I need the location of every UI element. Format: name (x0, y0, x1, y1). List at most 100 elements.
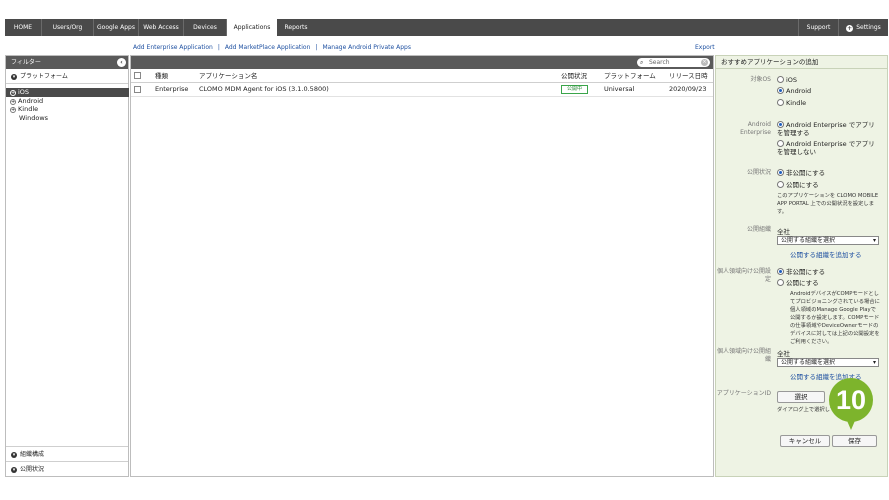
col-release[interactable]: リリース日時 (667, 69, 713, 83)
settings-link[interactable]: + Settings (838, 19, 888, 36)
radio-selected-icon[interactable] (777, 121, 784, 128)
os-ios-label: iOS (786, 76, 798, 84)
personal-public-option[interactable]: 公開にする (777, 279, 819, 287)
cell-type: Enterprise (153, 82, 197, 97)
radio-icon[interactable] (777, 99, 784, 106)
platform-section-label: プラットフォーム (20, 73, 68, 80)
filter-title: フィルター (11, 59, 41, 66)
org-section-toggle[interactable]: ▾ 組織構成 (6, 446, 128, 461)
nav-tab-devices[interactable]: Devices (184, 19, 227, 36)
app-table: 種類 アプリケーション名 公開状況 プラットフォーム リリース日時 Enterp… (131, 69, 713, 97)
personal-org-select[interactable]: 公開する組織を選択 ▾ (777, 358, 879, 367)
plus-icon: + (846, 25, 854, 32)
table-toolbar: ⌕ Search × (131, 56, 713, 69)
ae-manage-option[interactable]: Android Enterprise でアプリを管理する (777, 121, 877, 137)
nav-tab-google-apps[interactable]: Google Apps (94, 19, 139, 36)
add-marketplace-app-link[interactable]: Add MarketPlace Application (225, 44, 311, 51)
nav-tab-home[interactable]: HOME (5, 19, 42, 36)
platform-item-ios[interactable]: + iOS (6, 88, 129, 97)
clear-icon[interactable]: × (701, 59, 708, 66)
platform-item-windows[interactable]: Windows (6, 114, 128, 123)
radio-icon[interactable] (777, 140, 784, 147)
filter-panel: フィルター ‹ ▾ プラットフォーム + iOS + Android + Kindle … (5, 55, 129, 477)
platform-item-android[interactable]: + Android (6, 97, 128, 106)
radio-selected-icon[interactable] (777, 169, 784, 176)
android-enterprise-label: Android Enterprise (740, 121, 771, 136)
publish-public-label: 公開にする (786, 181, 819, 189)
settings-label: Settings (856, 24, 881, 31)
personal-org-label: 個人領域向け公開組織 (716, 348, 771, 363)
publish-status-label: 公開状況 (746, 169, 771, 176)
platform-list: + iOS + Android + Kindle Windows (6, 84, 129, 123)
select-all-cell (131, 69, 153, 83)
col-platform[interactable]: プラットフォーム (602, 69, 667, 83)
cancel-button[interactable]: キャンセル (780, 435, 830, 447)
publish-org-select-value: 公開する組織を選択 (781, 237, 836, 244)
os-option-kindle[interactable]: Kindle (777, 99, 806, 107)
separator: | (315, 44, 318, 51)
export-link[interactable]: Export (695, 44, 715, 51)
status-badge: 公開中 (561, 85, 589, 94)
radio-icon[interactable] (777, 181, 784, 188)
cell-name[interactable]: CLOMO MDM Agent for iOS (3.1.0.5800) (197, 82, 559, 97)
publish-org-value: 全社 (777, 228, 790, 236)
add-enterprise-app-link[interactable]: Add Enterprise Application (133, 44, 213, 51)
os-option-android[interactable]: Android (777, 87, 811, 95)
publish-public-option[interactable]: 公開にする (777, 181, 819, 189)
platform-label: Android (18, 96, 44, 105)
right-panel-title: おすすめアプリケーションの追加 (716, 56, 887, 69)
filter-header: フィルター ‹ (6, 56, 128, 69)
os-option-ios[interactable]: iOS (777, 76, 797, 84)
support-link[interactable]: Support (798, 19, 838, 36)
collapse-left-icon[interactable]: ‹ (117, 58, 126, 67)
cell-platform: Universal (602, 82, 667, 97)
radio-icon[interactable] (777, 279, 784, 286)
search-icon: ⌕ (640, 59, 644, 66)
ae-manage-label: Android Enterprise でアプリを管理する (777, 121, 875, 137)
col-name[interactable]: アプリケーション名 (197, 69, 559, 83)
chevron-down-icon: ▾ (11, 452, 17, 458)
select-app-button[interactable]: 選択 (777, 391, 825, 403)
add-publish-org-link[interactable]: 公開する組織を追加する (790, 249, 862, 259)
platform-label: Kindle (18, 105, 39, 113)
publish-org-label: 公開組織 (746, 226, 771, 233)
manage-android-private-apps-link[interactable]: Manage Android Private Apps (322, 44, 411, 51)
chevron-down-icon: ▾ (872, 359, 876, 366)
table-row[interactable]: Enterprise CLOMO MDM Agent for iOS (3.1.… (131, 82, 713, 97)
app-id-label: アプリケーションID (716, 390, 771, 397)
radio-selected-icon[interactable] (777, 87, 784, 94)
nav-tab-users-org[interactable]: Users/Org (42, 19, 94, 36)
col-type[interactable]: 種類 (153, 69, 197, 83)
org-section-label: 組織構成 (20, 451, 45, 458)
save-button[interactable]: 保存 (832, 435, 877, 447)
personal-org-select-value: 公開する組織を選択 (781, 359, 836, 366)
status-section-label: 公開状況 (20, 466, 45, 473)
platform-item-kindle[interactable]: + Kindle (6, 105, 128, 114)
platform-section-toggle[interactable]: ▾ プラットフォーム (6, 69, 128, 84)
cell-status: 公開中 (559, 82, 602, 97)
chevron-down-icon: ▾ (872, 237, 876, 244)
ae-no-manage-option[interactable]: Android Enterprise でアプリを管理しない (777, 140, 877, 156)
nav-tab-web-access[interactable]: Web Access (139, 19, 184, 36)
expand-plus-icon[interactable]: + (10, 90, 16, 96)
nav-tab-reports[interactable]: Reports (277, 19, 315, 36)
nav-tab-applications[interactable]: Applications (227, 19, 277, 37)
publish-private-option[interactable]: 非公開にする (777, 169, 825, 177)
publish-note: このアプリケーションを CLOMO MOBILE APP PORTAL 上での公… (777, 193, 879, 215)
row-checkbox[interactable] (134, 85, 141, 93)
expand-plus-icon[interactable]: + (10, 107, 16, 113)
personal-publish-label: 個人領域向け公開設定 (716, 268, 771, 283)
top-nav: HOME Users/Org Google Apps Web Access De… (5, 19, 888, 37)
col-status[interactable]: 公開状況 (559, 69, 602, 83)
radio-icon[interactable] (777, 76, 784, 83)
expand-plus-icon[interactable]: + (10, 98, 16, 105)
personal-private-option[interactable]: 非公開にする (777, 268, 825, 276)
select-all-checkbox[interactable] (134, 71, 141, 79)
status-section-toggle[interactable]: ▾ 公開状況 (6, 461, 128, 476)
os-kindle-label: Kindle (786, 99, 807, 107)
publish-org-select[interactable]: 公開する組織を選択 ▾ (777, 236, 879, 245)
personal-private-label: 非公開にする (786, 268, 826, 276)
cell-release: 2020/09/23 (667, 82, 713, 97)
search-input[interactable]: ⌕ Search × (637, 58, 710, 67)
radio-selected-icon[interactable] (777, 268, 784, 275)
